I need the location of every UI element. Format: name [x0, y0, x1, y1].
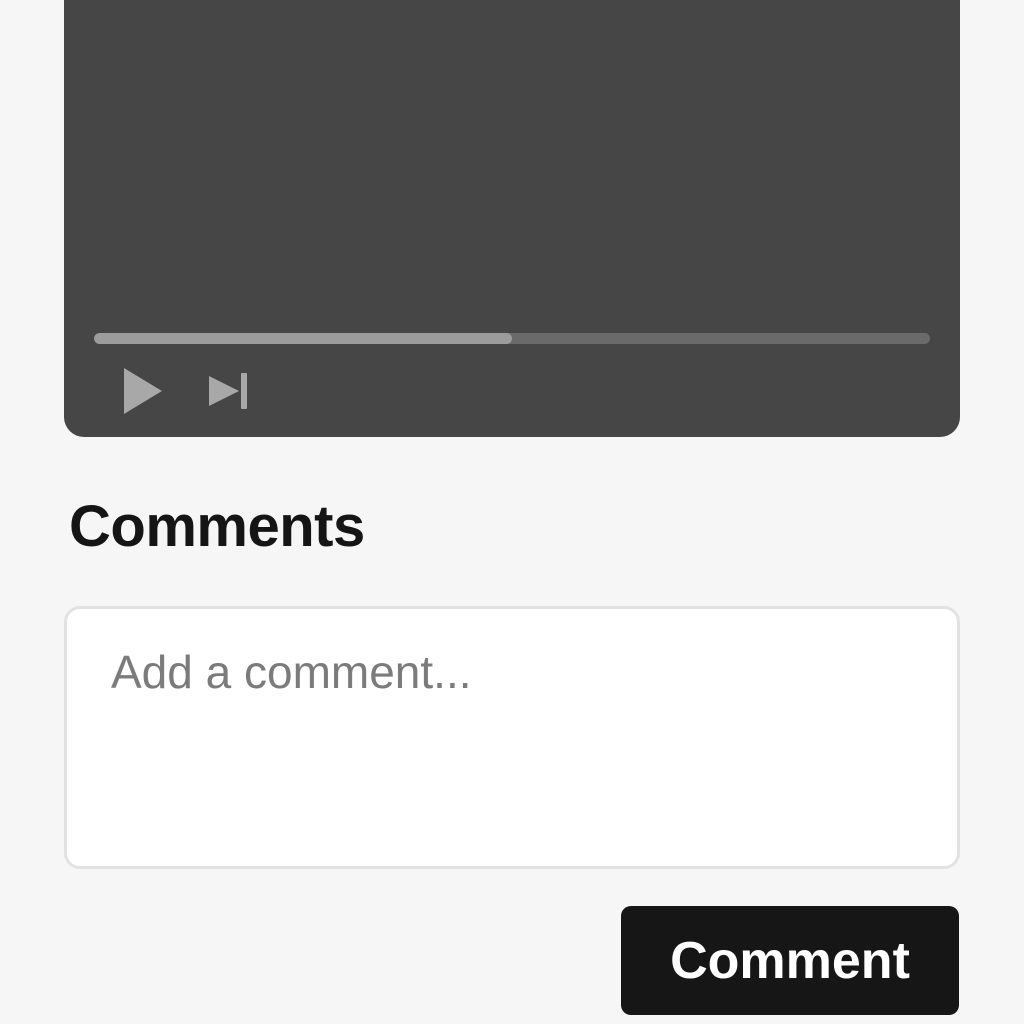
skip-next-icon — [209, 373, 247, 409]
video-progress-bar[interactable] — [94, 333, 930, 344]
comment-input[interactable] — [64, 606, 960, 869]
play-button[interactable] — [114, 365, 172, 417]
comment-submit-button[interactable]: Comment — [621, 906, 959, 1015]
play-icon — [124, 368, 162, 414]
video-player[interactable] — [64, 0, 960, 437]
skip-next-button[interactable] — [202, 368, 256, 414]
comments-heading: Comments — [69, 494, 365, 559]
video-progress-fill — [94, 333, 512, 344]
page: Comments Comment — [0, 0, 1024, 1024]
